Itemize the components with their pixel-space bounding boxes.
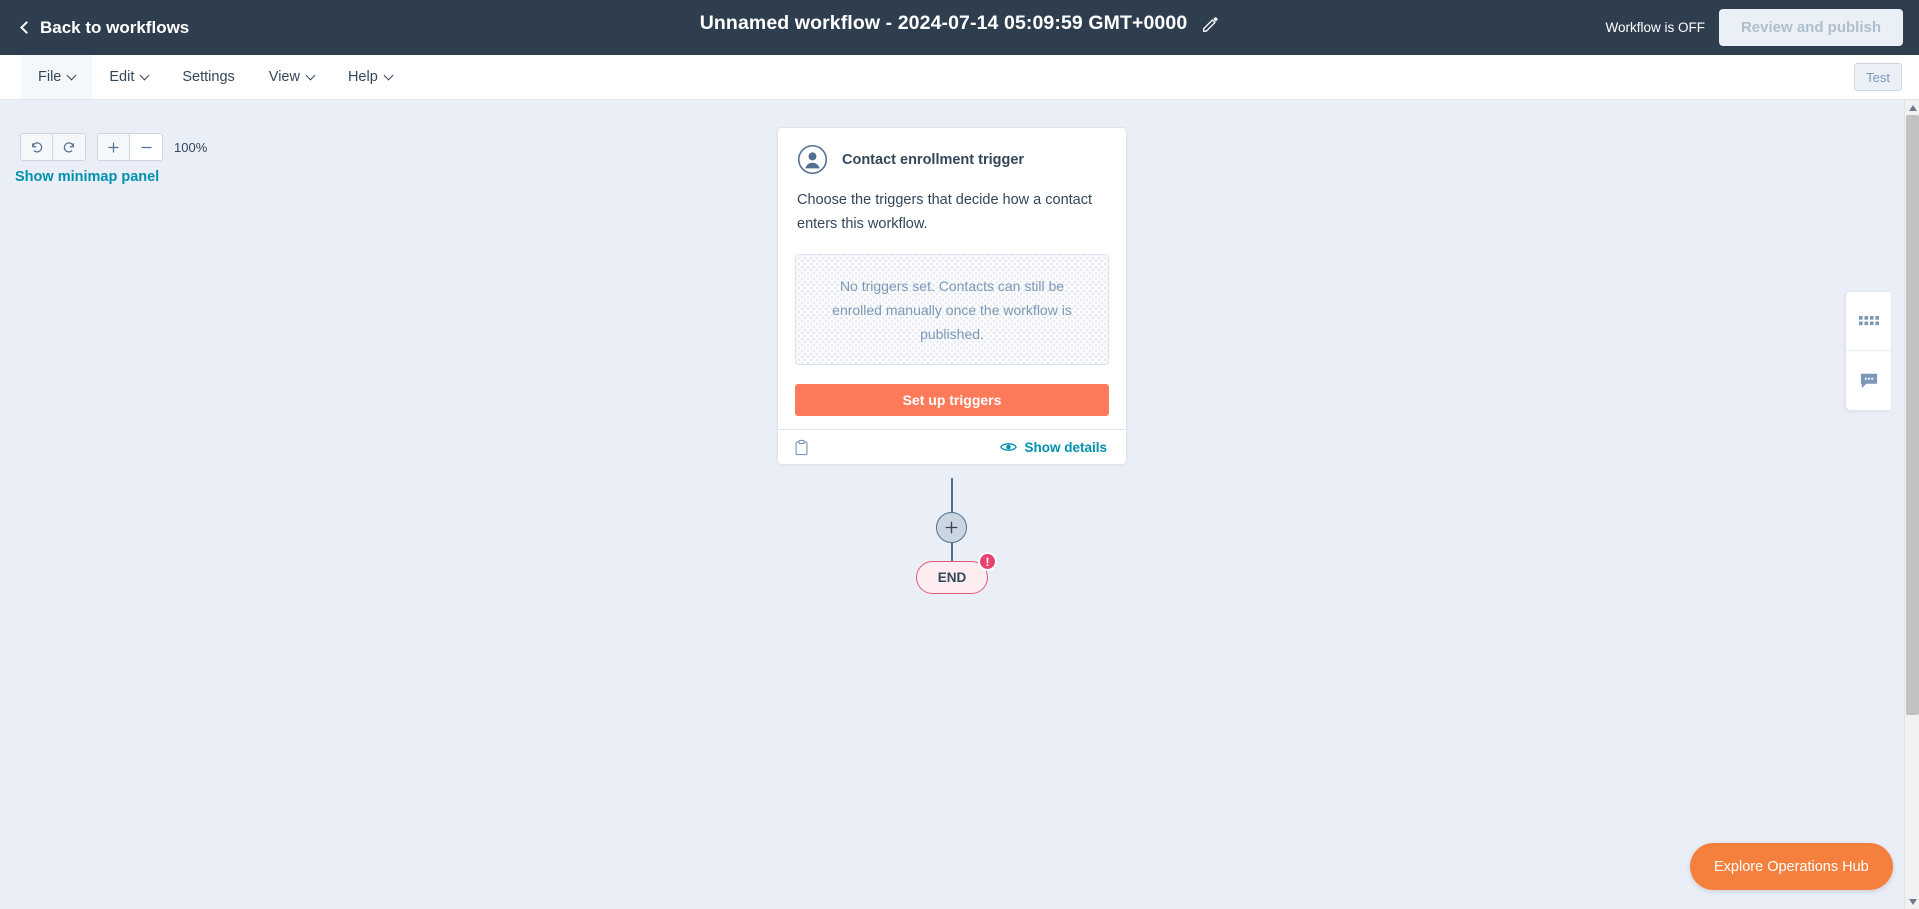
redo-button[interactable] <box>53 134 85 160</box>
zoom-button-group <box>97 133 163 161</box>
chevron-down-icon <box>305 70 316 80</box>
menu-item-settings[interactable]: Settings <box>165 55 251 99</box>
zoom-in-button[interactable] <box>98 134 130 160</box>
back-to-workflows-label: Back to workflows <box>40 17 190 37</box>
clipboard-button[interactable] <box>794 439 809 456</box>
undo-redo-group <box>20 133 86 161</box>
card-header: Contact enrollment trigger <box>778 128 1126 175</box>
back-to-workflows-link[interactable]: Back to workflows <box>20 17 190 38</box>
end-node[interactable]: END <box>916 561 988 594</box>
top-bar: Back to workflows Unnamed workflow - 202… <box>0 0 1919 55</box>
caret-down-icon <box>1908 898 1917 905</box>
menu-item-edit-label: Edit <box>109 69 135 85</box>
chevron-left-icon <box>20 20 33 34</box>
zoom-level-label: 100% <box>174 139 208 155</box>
clipboard-icon <box>795 439 808 455</box>
header-actions: Workflow is OFF Review and publish <box>1605 0 1903 55</box>
menu-item-view[interactable]: View <box>252 55 331 99</box>
zoom-out-button[interactable] <box>130 134 162 160</box>
menu-item-settings-label: Settings <box>182 69 235 85</box>
page-title: Unnamed workflow - 2024-07-14 05:09:59 G… <box>699 12 1188 34</box>
menu-item-file[interactable]: File <box>21 55 93 99</box>
card-description: Choose the triggers that decide how a co… <box>797 192 1093 232</box>
chat-button[interactable] <box>1846 351 1891 410</box>
end-node-warning-badge: ! <box>978 552 997 571</box>
menu-bar: File Edit Settings View Help Test <box>0 55 1919 100</box>
pencil-icon[interactable] <box>1201 15 1219 33</box>
empty-triggers-box: No triggers set. Contacts can still be e… <box>795 254 1109 365</box>
menu-item-file-label: File <box>38 69 62 85</box>
vertical-scrollbar[interactable] <box>1904 100 1919 909</box>
undo-icon <box>32 141 43 153</box>
scroll-up-button[interactable] <box>1905 100 1919 115</box>
side-tools-panel <box>1846 292 1891 410</box>
add-action-button[interactable] <box>936 512 967 543</box>
apps-grid-icon <box>1858 315 1879 325</box>
chevron-down-icon <box>139 70 150 80</box>
scroll-down-button[interactable] <box>1905 894 1919 909</box>
menu-item-edit[interactable]: Edit <box>92 55 165 99</box>
plus-icon <box>108 141 119 153</box>
show-details-label: Show details <box>1024 439 1107 455</box>
set-up-triggers-button[interactable]: Set up triggers <box>795 384 1109 416</box>
review-and-publish-button[interactable]: Review and publish <box>1718 9 1903 46</box>
card-title: Contact enrollment trigger <box>842 151 1025 168</box>
apps-grid-button[interactable] <box>1846 292 1891 351</box>
caret-up-icon <box>1908 104 1917 111</box>
eye-icon <box>1000 443 1018 451</box>
contact-person-icon <box>797 144 828 175</box>
contact-enrollment-trigger-card[interactable]: Contact enrollment trigger Choose the tr… <box>777 127 1127 465</box>
card-footer: Show details <box>778 429 1126 464</box>
test-button[interactable]: Test <box>1854 63 1902 91</box>
redo-icon <box>63 141 74 153</box>
connector-line-top <box>951 478 953 516</box>
show-details-link[interactable]: Show details <box>1000 440 1107 455</box>
chevron-down-icon <box>66 70 77 80</box>
chat-bubble-icon <box>1860 373 1877 388</box>
minus-icon <box>140 146 152 148</box>
scrollbar-thumb[interactable] <box>1906 115 1919 715</box>
plus-icon <box>945 521 958 534</box>
show-minimap-panel-link[interactable]: Show minimap panel <box>15 169 159 185</box>
undo-button[interactable] <box>21 134 53 160</box>
workflow-status-label: Workflow is OFF <box>1605 20 1705 35</box>
menu-item-help-label: Help <box>347 69 378 85</box>
menu-item-view-label: View <box>268 69 300 85</box>
menu-item-help[interactable]: Help <box>331 55 409 99</box>
chevron-down-icon <box>383 70 394 80</box>
workflow-canvas[interactable]: 100% Show minimap panel Contact enrollme… <box>0 100 1905 909</box>
empty-triggers-message: No triggers set. Contacts can still be e… <box>832 277 1072 342</box>
zoom-controls: 100% <box>20 133 207 161</box>
explore-operations-hub-button[interactable]: Explore Operations Hub <box>1690 843 1893 890</box>
